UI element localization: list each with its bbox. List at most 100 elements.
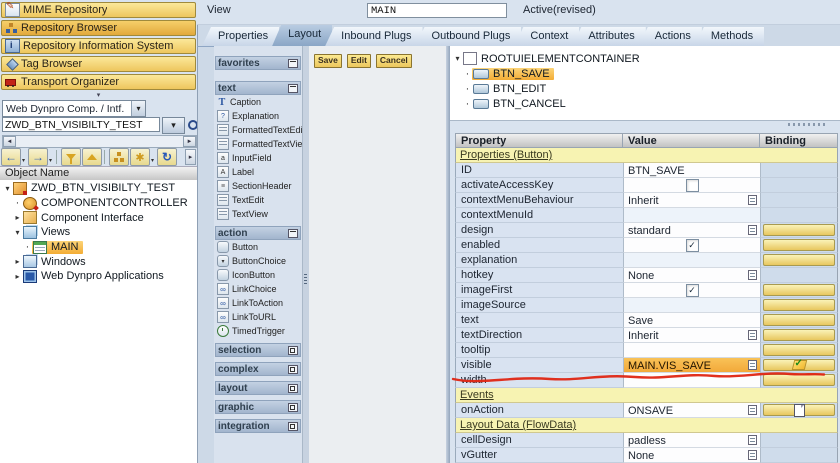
property-value[interactable]: standard [623, 223, 760, 238]
tab-layout[interactable]: Layout [272, 25, 332, 46]
property-value[interactable]: BTN_SAVE [623, 163, 760, 178]
display-glasses-icon[interactable] [188, 119, 198, 129]
property-value[interactable]: MAIN.VIS_SAVE [623, 358, 760, 373]
preview-save-button[interactable]: Save [314, 54, 342, 68]
binding-button[interactable] [763, 374, 835, 386]
chevron-down-icon[interactable]: ▾ [49, 157, 54, 164]
palette-section-header-complex[interactable]: complex [215, 362, 301, 376]
nav-button-repository-infosystem[interactable]: Repository Information System [1, 38, 196, 54]
palette-section-header-text[interactable]: text [215, 81, 301, 95]
palette-item-buttonchoice[interactable]: ButtonChoice [214, 254, 302, 268]
preview-cancel-button[interactable]: Cancel [376, 54, 412, 68]
property-value[interactable] [623, 343, 760, 358]
tab-outbound-plugs[interactable]: Outbound Plugs [416, 27, 522, 46]
chevron-down-icon[interactable] [131, 101, 145, 116]
tab-actions[interactable]: Actions [639, 27, 702, 46]
workbench-selector[interactable]: Web Dynpro Comp. / Intf. [2, 100, 146, 117]
binding-button[interactable] [763, 239, 835, 251]
binding-button[interactable] [763, 299, 835, 311]
node[interactable]: Windows [22, 255, 90, 268]
expand-icon[interactable] [13, 272, 22, 281]
back-button[interactable] [1, 148, 21, 166]
node[interactable]: Component Interface [22, 211, 148, 224]
nav-button-transport-organizer[interactable]: Transport Organizer [1, 74, 196, 90]
property-value[interactable]: Save [623, 313, 760, 328]
palette-item-caption[interactable]: Caption [214, 95, 302, 109]
binding-button[interactable] [763, 344, 835, 356]
ui-element-tree-row[interactable]: BTN_SAVE [450, 66, 840, 81]
object-name-input[interactable] [2, 117, 160, 132]
property-value[interactable] [623, 178, 760, 193]
palette-item-linktoaction[interactable]: LinkToAction [214, 296, 302, 310]
hierarchy-button[interactable] [109, 148, 129, 166]
binding-button[interactable] [763, 314, 835, 326]
binding-button[interactable] [763, 254, 835, 266]
toolbar-overflow-icon[interactable] [185, 149, 196, 165]
preview-edit-button[interactable]: Edit [347, 54, 371, 68]
nav-button-repository-browser[interactable]: Repository Browser [1, 20, 196, 36]
binding-button[interactable] [763, 284, 835, 296]
tab-attributes[interactable]: Attributes [572, 27, 645, 46]
value-list-icon[interactable] [748, 225, 757, 235]
ui-element-tree-row[interactable]: BTN_EDIT [450, 81, 840, 96]
resize-grip[interactable] [788, 123, 828, 126]
object-tree-row[interactable]: ZWD_BTN_VISIBILTY_TEST [0, 181, 197, 196]
palette-section-header-favorites[interactable]: favorites [215, 56, 301, 70]
palette-section-header-graphic[interactable]: graphic [215, 400, 301, 414]
palette-item-textview[interactable]: TextView [214, 207, 302, 221]
node[interactable]: Views [22, 226, 74, 239]
expand-icon[interactable] [13, 213, 22, 222]
value-list-icon[interactable] [748, 195, 757, 205]
object-tree-row[interactable]: MAIN [0, 240, 197, 255]
property-value[interactable]: None [623, 268, 760, 283]
value-list-icon[interactable] [748, 270, 757, 280]
restore-icon[interactable] [288, 422, 298, 431]
view-name-input[interactable] [367, 3, 507, 18]
node[interactable]: ROOTUIELEMENTCONTAINER [462, 52, 644, 65]
sidebar-horizontal-scrollbar[interactable] [2, 135, 197, 148]
palette-item-linktourl[interactable]: LinkToURL [214, 310, 302, 324]
checkbox-checked[interactable] [686, 239, 699, 252]
collapse-icon[interactable] [13, 228, 22, 237]
palette-section-header-integration[interactable]: integration [215, 419, 301, 433]
palette-section-header-action[interactable]: action [215, 226, 301, 240]
value-list-icon[interactable] [748, 330, 757, 340]
property-value[interactable] [623, 283, 760, 298]
property-value[interactable]: Inherit [623, 328, 760, 343]
palette-item-sectionheader[interactable]: SectionHeader [214, 179, 302, 193]
node[interactable]: Web Dynpro Applications [22, 270, 168, 283]
value-list-icon[interactable] [748, 450, 757, 460]
property-value[interactable] [623, 208, 760, 223]
value-list-icon[interactable] [748, 360, 757, 370]
palette-item-textedit[interactable]: TextEdit [214, 193, 302, 207]
star-button[interactable] [130, 148, 150, 166]
property-value[interactable] [623, 298, 760, 313]
ui-element-tree-row[interactable]: BTN_CANCEL [450, 96, 840, 111]
expand-icon[interactable] [13, 257, 22, 266]
binding-button[interactable] [763, 329, 835, 341]
refresh-button[interactable] [157, 148, 177, 166]
binding-button[interactable] [763, 359, 835, 371]
collapse-icon[interactable] [453, 54, 462, 63]
restore-icon[interactable] [288, 346, 298, 355]
palette-item-formattedtextedit[interactable]: FormattedTextEdit [214, 123, 302, 137]
checkbox-checked[interactable] [686, 284, 699, 297]
minimize-icon[interactable] [288, 84, 298, 93]
palette-item-linkchoice[interactable]: LinkChoice [214, 282, 302, 296]
collapse-icon[interactable] [3, 184, 12, 193]
property-value[interactable] [623, 373, 760, 388]
object-name-dropdown-button[interactable] [162, 117, 185, 134]
property-value[interactable]: ONSAVE [623, 403, 760, 418]
property-value[interactable] [623, 253, 760, 268]
tab-properties[interactable]: Properties [202, 27, 279, 46]
node[interactable]: COMPONENTCONTROLLER [22, 197, 192, 210]
object-tree-row[interactable]: COMPONENTCONTROLLER [0, 196, 197, 211]
property-value[interactable]: Inherit [623, 193, 760, 208]
palette-item-iconbutton[interactable]: IconButton [214, 268, 302, 282]
tab-context[interactable]: Context [514, 27, 579, 46]
palette-section-header-layout[interactable]: layout [215, 381, 301, 395]
forward-button[interactable] [28, 148, 48, 166]
object-tree-row[interactable]: Views [0, 225, 197, 240]
object-tree-row[interactable]: Web Dynpro Applications [0, 269, 197, 284]
ui-element-tree-row[interactable]: ROOTUIELEMENTCONTAINER [450, 51, 840, 66]
